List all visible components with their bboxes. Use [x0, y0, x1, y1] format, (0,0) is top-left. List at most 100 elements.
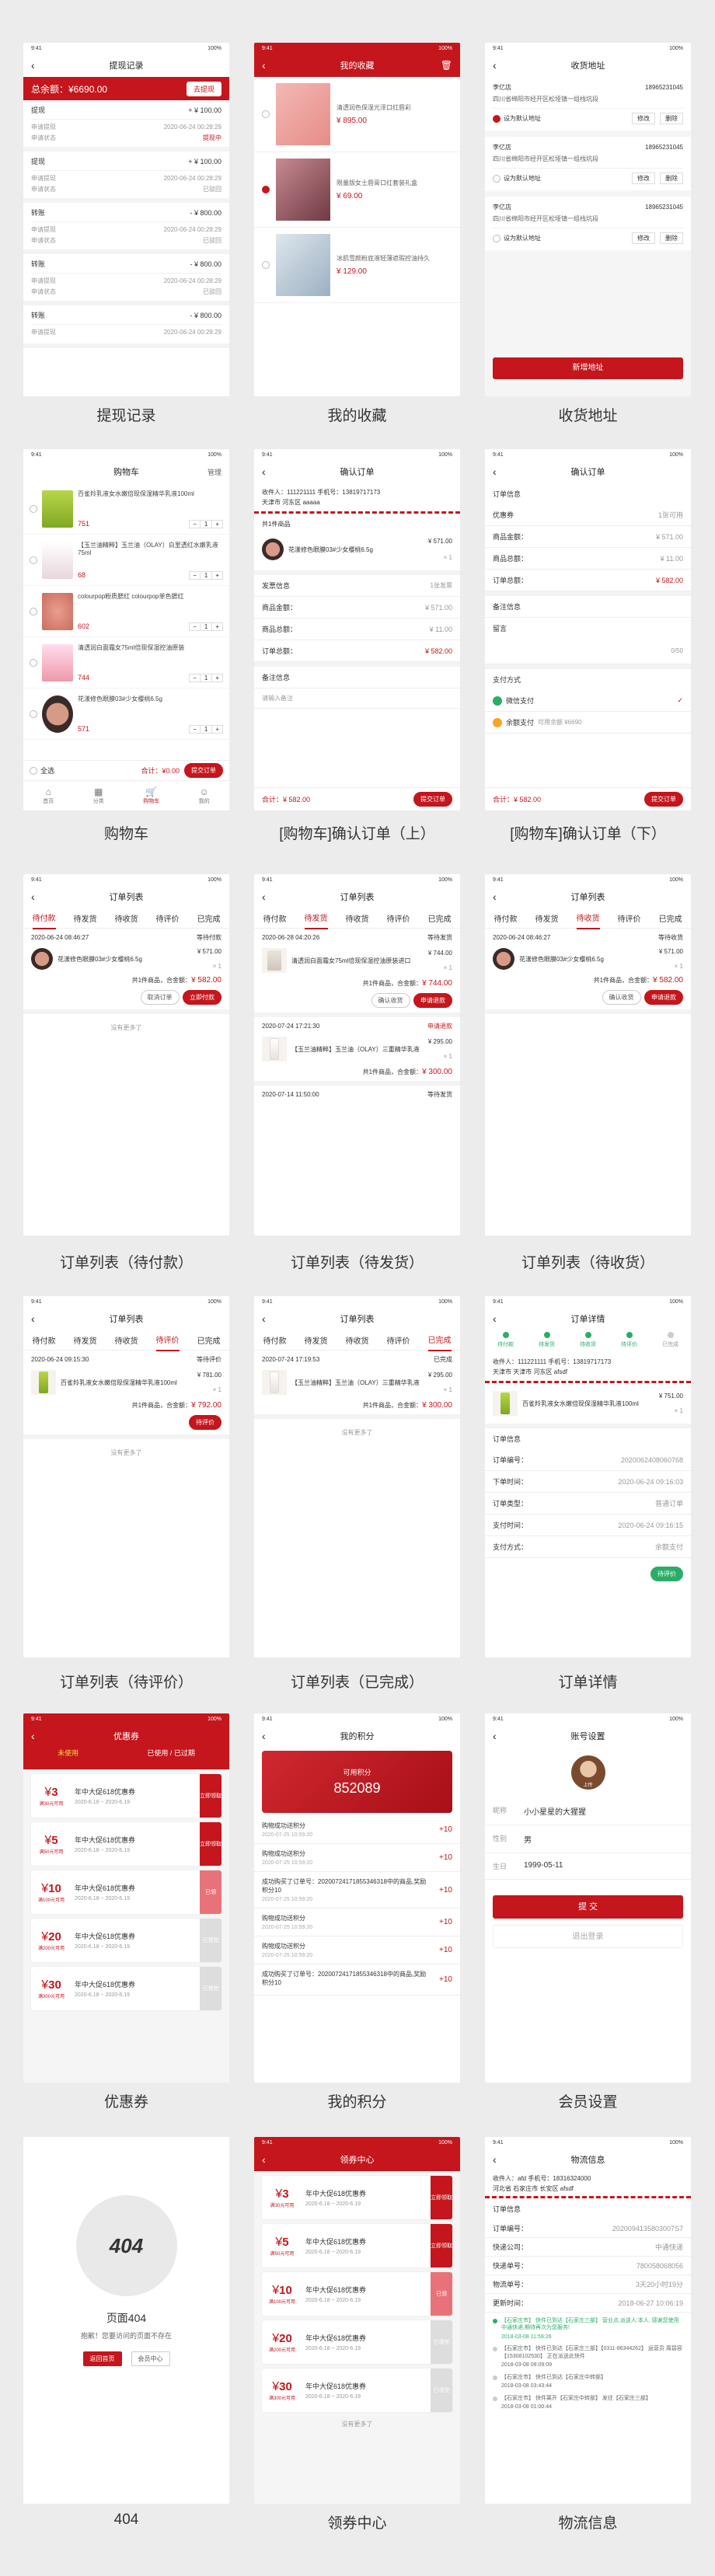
tab-order-3[interactable]: 待评价: [387, 908, 410, 929]
tab-order-0[interactable]: 待付款: [263, 1330, 287, 1351]
plus-button[interactable]: +: [212, 521, 222, 528]
minus-button[interactable]: −: [190, 572, 200, 579]
back-icon[interactable]: ‹: [262, 891, 266, 903]
quantity-stepper[interactable]: −1 +: [189, 724, 223, 734]
select-checkbox[interactable]: [30, 658, 37, 667]
address-card[interactable]: 李亿店 18965231045 四川省绵阳市经开区松垭镇一组栈坑段 设为默认地址 …: [485, 77, 691, 131]
select-checkbox[interactable]: [30, 504, 37, 513]
tab-order-1[interactable]: 待发货: [535, 908, 559, 929]
tab-order-3[interactable]: 待评价: [156, 908, 180, 929]
tab-order-1[interactable]: 待发货: [74, 1330, 97, 1351]
submit-order-button[interactable]: 提交订单: [413, 792, 452, 807]
back-icon[interactable]: ‹: [31, 1312, 35, 1325]
tab-order-3[interactable]: 待评价: [618, 908, 641, 929]
select-checkbox[interactable]: [262, 261, 270, 269]
delete-button[interactable]: 删除: [660, 232, 683, 244]
claim-button[interactable]: 立即领取: [200, 1774, 221, 1818]
address-card[interactable]: 李亿店 18965231045 四川省绵阳市经开区松垭镇一组栈坑段 设为默认地址 …: [485, 197, 691, 250]
select-checkbox[interactable]: [30, 607, 37, 615]
select-checkbox[interactable]: [30, 556, 37, 564]
tab-order-4[interactable]: 已完成: [428, 908, 452, 929]
tab-used[interactable]: 已使用 / 已过期: [147, 1748, 195, 1758]
confirm-receipt-button[interactable]: 确认收货: [371, 993, 410, 1008]
review-button[interactable]: 待评价: [650, 1567, 683, 1581]
tab-order-2[interactable]: 待收货: [346, 908, 369, 929]
submit-order-button[interactable]: 提交订单: [644, 792, 683, 807]
logout-button[interactable]: 退出登录: [493, 1925, 683, 1948]
tab-unused[interactable]: 未使用: [58, 1748, 78, 1758]
claim-button[interactable]: 已领完: [200, 1919, 221, 1962]
claim-button[interactable]: 已领: [431, 2272, 452, 2316]
pay-wechat[interactable]: 微信支付 ✓: [485, 690, 691, 712]
back-icon[interactable]: ‹: [262, 59, 266, 71]
manage-button[interactable]: 管理: [208, 467, 221, 477]
quantity-stepper[interactable]: −1 +: [189, 519, 223, 528]
address-block[interactable]: 收件人：111221111 手机号：13819717173 天津市 河东区 aa…: [254, 483, 460, 514]
form-row[interactable]: 昵称 小小星星的大猩猩: [485, 1797, 691, 1825]
back-icon[interactable]: ‹: [262, 1312, 266, 1325]
tab-order-2[interactable]: 待收货: [115, 1330, 138, 1351]
tab-home[interactable]: ⌂ 首页: [43, 786, 54, 805]
avatar[interactable]: 上传: [570, 1755, 605, 1790]
tab-category[interactable]: ▦ 分类: [93, 786, 104, 805]
refund-button[interactable]: 申请退款: [644, 990, 683, 1005]
tab-order-4[interactable]: 已完成: [427, 1329, 452, 1351]
remark-input[interactable]: 请输入备注: [254, 688, 460, 709]
tab-order-3[interactable]: 待评价: [387, 1330, 410, 1351]
select-all-checkbox[interactable]: [30, 766, 37, 775]
tab-order-0[interactable]: 待付款: [33, 1330, 56, 1351]
delete-button[interactable]: 删除: [660, 113, 683, 124]
coupon-row[interactable]: 优惠券 1张可用: [485, 504, 691, 526]
default-checkbox[interactable]: [493, 234, 500, 242]
select-checkbox[interactable]: [30, 709, 37, 718]
form-row[interactable]: 性别 男: [485, 1825, 691, 1853]
tab-order-1[interactable]: 待发货: [74, 908, 97, 929]
default-checkbox[interactable]: [493, 114, 500, 123]
quantity-stepper[interactable]: −1 +: [189, 570, 223, 580]
default-checkbox[interactable]: [493, 174, 500, 183]
pay-balance[interactable]: 余额支付 可用余额 ¥6690: [485, 712, 691, 734]
tab-order-2[interactable]: 待收货: [346, 1330, 369, 1351]
minus-button[interactable]: −: [190, 675, 200, 681]
tab-order-2[interactable]: 待收货: [576, 907, 600, 929]
tab-mine[interactable]: ☺ 我的: [199, 786, 210, 805]
claim-button[interactable]: 已领完: [431, 2320, 452, 2364]
claim-button[interactable]: 已领: [200, 1870, 221, 1914]
tab-cart[interactable]: 🛒 购物车: [143, 786, 159, 805]
collect-item[interactable]: 限量版女士唇膏口红套装礼盒 ¥ 69.00: [254, 152, 460, 228]
tab-order-3[interactable]: 待评价: [155, 1329, 180, 1351]
back-icon[interactable]: ‹: [493, 1730, 497, 1742]
withdraw-button[interactable]: 去提现: [186, 81, 221, 96]
submit-order-button[interactable]: 提交订单: [184, 763, 223, 778]
quantity-stepper[interactable]: −1 +: [189, 622, 223, 631]
refund-button[interactable]: 申请退款: [413, 993, 452, 1008]
back-icon[interactable]: ‹: [262, 1730, 266, 1742]
home-button[interactable]: 返回首页: [82, 2351, 122, 2366]
claim-button[interactable]: 立即领取: [200, 1822, 221, 1866]
back-icon[interactable]: ‹: [493, 59, 497, 71]
invoice-row[interactable]: 发票信息 1张发票: [254, 575, 460, 597]
back-icon[interactable]: ‹: [493, 891, 497, 903]
review-button[interactable]: 待评价: [189, 1415, 221, 1430]
address-card[interactable]: 李亿店 18965231045 四川省绵阳市经开区松垭镇一组栈坑段 设为默认地址 …: [485, 137, 691, 190]
tab-order-1[interactable]: 待发货: [304, 907, 328, 929]
tab-order-4[interactable]: 已完成: [659, 908, 682, 929]
tab-order-4[interactable]: 已完成: [197, 908, 221, 929]
member-center-button[interactable]: 会员中心: [131, 2351, 170, 2366]
minus-button[interactable]: −: [190, 726, 200, 733]
tab-order-0[interactable]: 待付款: [263, 908, 287, 929]
quantity-stepper[interactable]: −1 +: [189, 673, 223, 682]
back-icon[interactable]: ‹: [493, 465, 497, 478]
submit-button[interactable]: 提 交: [493, 1895, 683, 1919]
tab-order-0[interactable]: 待付款: [32, 907, 56, 929]
delete-button[interactable]: 删除: [660, 173, 683, 184]
tab-order-0[interactable]: 待付款: [494, 908, 518, 929]
collect-item[interactable]: 清透润色保湿光泽口红唇彩 ¥ 895.00: [254, 77, 460, 152]
claim-button[interactable]: 已领完: [431, 2369, 452, 2412]
edit-button[interactable]: 修改: [632, 232, 655, 244]
tab-order-4[interactable]: 已完成: [197, 1330, 221, 1351]
plus-button[interactable]: +: [212, 726, 222, 733]
back-icon[interactable]: ‹: [493, 2153, 497, 2166]
edit-button[interactable]: 修改: [632, 113, 655, 124]
minus-button[interactable]: −: [190, 623, 200, 630]
